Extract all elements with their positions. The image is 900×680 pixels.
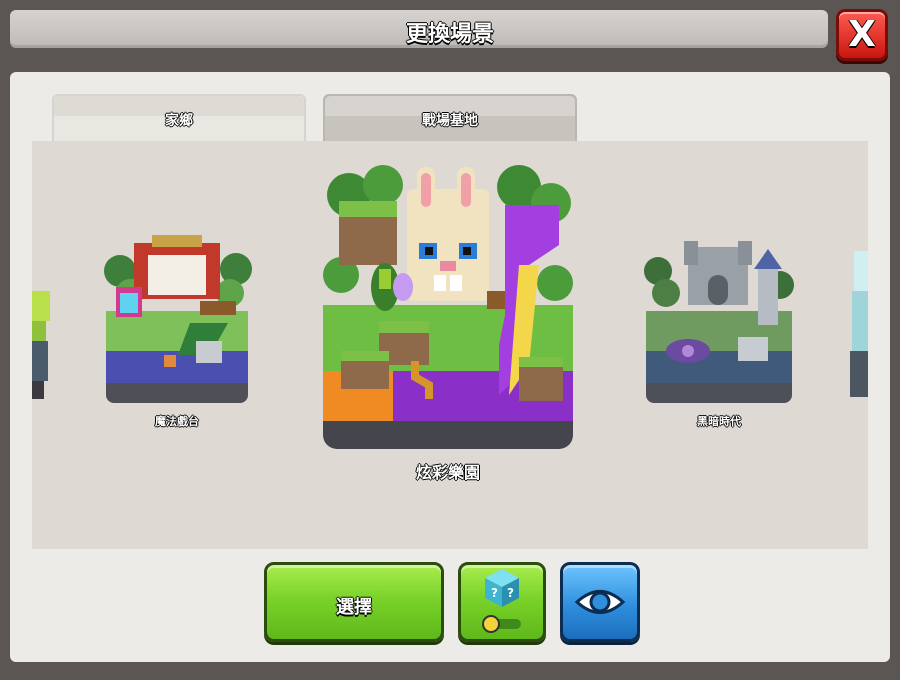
scenery-name: 黑暗時代 — [697, 415, 741, 428]
tab-home-village[interactable]: 家鄉 — [52, 94, 306, 144]
scenery-card-dark-ages[interactable]: 黑暗時代 — [642, 231, 796, 428]
select-button[interactable]: 選擇 — [264, 562, 444, 642]
scenery-carousel[interactable]: 魔法戲台 炫彩樂園 黑暗時代 — [32, 141, 868, 549]
close-button[interactable]: X — [836, 9, 888, 61]
eye-icon — [574, 590, 626, 614]
random-scenery-button[interactable]: ? ? — [458, 562, 546, 642]
scenery-image — [850, 251, 868, 397]
tab-builder-base[interactable]: 戰場基地 — [323, 94, 577, 144]
toggle-icon[interactable] — [461, 565, 543, 639]
scenery-image-selected — [323, 165, 573, 449]
scenery-card-partial-left[interactable] — [32, 281, 50, 401]
scenery-name: 魔法戲台 — [155, 415, 199, 428]
tab-home-village-label: 家鄉 — [165, 113, 193, 129]
scenery-card-colorful-park[interactable]: 炫彩樂園 — [319, 165, 577, 482]
close-icon: X — [848, 14, 876, 55]
scenery-image — [104, 235, 252, 403]
scenery-name-selected: 炫彩樂園 — [415, 463, 480, 482]
scenery-card-magic-theater[interactable]: 魔法戲台 — [100, 231, 254, 428]
scenery-card-partial-right[interactable] — [850, 241, 868, 401]
preview-button[interactable] — [560, 562, 640, 642]
select-button-label: 選擇 — [336, 597, 372, 618]
scenery-image — [32, 291, 50, 399]
tab-builder-base-label: 戰場基地 — [422, 113, 478, 129]
scenery-image — [644, 241, 794, 403]
title-bar — [10, 10, 828, 48]
